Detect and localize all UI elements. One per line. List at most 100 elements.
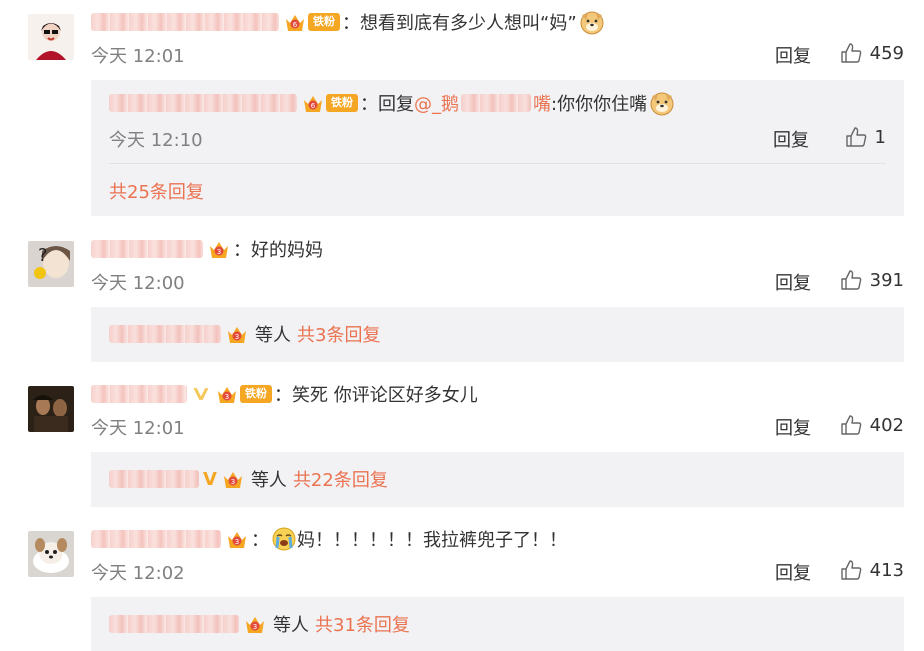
divider xyxy=(109,163,886,164)
iron-fan-badge: 铁粉 xyxy=(240,385,272,403)
thumbs-up-icon xyxy=(840,415,861,435)
like-count: 391 xyxy=(869,269,904,291)
crown-icon: 3 xyxy=(218,387,236,403)
username-blurred[interactable] xyxy=(109,94,297,112)
comment-text: 想看到底有多少人想叫“妈” xyxy=(360,13,577,34)
thumbs-up-icon xyxy=(845,127,866,147)
like-count: 413 xyxy=(869,559,904,581)
view-all-replies-link[interactable]: 共31条回复 xyxy=(315,611,410,637)
comment-header: 3 ： 好的妈妈 xyxy=(91,234,323,264)
comment-text: 好的妈妈 xyxy=(251,240,323,261)
view-all-replies-link[interactable]: 共25条回复 xyxy=(109,178,204,204)
thumbs-up-icon xyxy=(840,270,861,290)
reply-header: 6 铁粉 ： 回复 @_鹅 嘴 :你你你住嘴 xyxy=(109,90,675,116)
reply-summary: V 3 等人 共22条回复 xyxy=(109,466,388,492)
reply-button[interactable]: 回复 xyxy=(773,126,809,152)
reply-button[interactable]: 回复 xyxy=(775,269,811,295)
doge-emoji-icon xyxy=(580,11,604,35)
thumbs-up-icon xyxy=(840,560,861,580)
view-all-replies-link[interactable]: 共3条回复 xyxy=(297,321,380,347)
like-count: 1 xyxy=(874,126,886,148)
like-button[interactable]: 413 xyxy=(840,559,904,581)
view-all-replies-link[interactable]: 共22条回复 xyxy=(293,466,388,492)
doge-emoji-icon xyxy=(650,92,674,116)
colon: ： xyxy=(274,385,292,406)
avatar[interactable] xyxy=(28,531,74,577)
crown-icon: 3 xyxy=(246,617,264,633)
comment-meta: 今天 12:02 回复 413 xyxy=(91,559,904,585)
verified-v-icon xyxy=(193,388,209,400)
svg-text:6: 6 xyxy=(311,102,316,110)
avatar[interactable] xyxy=(28,14,74,60)
colon: ： xyxy=(251,530,269,551)
comment-header: 3 ： 妈！！！！！！我拉裤兜子了！！ xyxy=(91,524,567,554)
reply-button[interactable]: 回复 xyxy=(775,414,811,440)
reply-summary: 3 等人 共3条回复 xyxy=(109,321,380,347)
username-blurred[interactable] xyxy=(91,530,221,548)
iron-fan-badge: 铁粉 xyxy=(308,13,340,31)
reply-prefix: 回复 xyxy=(378,94,414,115)
crying-emoji-icon xyxy=(272,527,296,551)
reply-summary: 3 等人 共31条回复 xyxy=(109,611,410,637)
comment-text: 笑死 你评论区好多女儿 xyxy=(292,385,478,406)
username-blurred[interactable] xyxy=(91,385,187,403)
username-blurred[interactable] xyxy=(109,325,221,343)
reply-summary-box: V 3 等人 共22条回复 xyxy=(91,452,904,507)
svg-text:3: 3 xyxy=(225,393,229,401)
reply-box: 6 铁粉 ： 回复 @_鹅 嘴 :你你你住嘴 今天 12:10 回复 1 共25… xyxy=(91,80,904,216)
username-blurred[interactable] xyxy=(91,13,279,31)
crown-icon: 3 xyxy=(228,532,246,548)
verified-v-icon: V xyxy=(203,468,217,490)
comment-time: 今天 12:02 xyxy=(91,563,185,584)
colon: ： xyxy=(233,240,251,261)
iron-fan-badge: 铁粉 xyxy=(326,94,358,112)
comment-time: 今天 12:01 xyxy=(91,418,185,439)
reply-summary-box: 3 等人 共31条回复 xyxy=(91,597,904,651)
comment-header: 6 铁粉 ： 想看到底有多少人想叫“妈” xyxy=(91,7,605,37)
crown-icon: 6 xyxy=(286,15,304,31)
like-count: 402 xyxy=(869,414,904,436)
colon: ： xyxy=(342,13,360,34)
svg-text:3: 3 xyxy=(235,333,239,341)
like-button[interactable]: 459 xyxy=(840,42,904,64)
thumbs-up-icon xyxy=(840,43,861,63)
svg-text:3: 3 xyxy=(217,248,221,256)
reply-button[interactable]: 回复 xyxy=(775,559,811,585)
username-blurred[interactable] xyxy=(109,615,239,633)
like-count: 459 xyxy=(869,42,904,64)
like-button[interactable]: 1 xyxy=(845,126,886,148)
svg-text:3: 3 xyxy=(253,623,257,631)
avatar[interactable]: ? xyxy=(28,241,74,287)
svg-text:?: ? xyxy=(38,245,48,266)
mention-link[interactable]: @_鹅 xyxy=(414,90,459,116)
reply-text: :你你你住嘴 xyxy=(551,94,648,115)
reply-time: 今天 12:10 xyxy=(109,130,203,151)
svg-text:3: 3 xyxy=(231,478,235,486)
username-blurred[interactable] xyxy=(91,240,203,258)
like-button[interactable]: 391 xyxy=(840,269,904,291)
crown-icon: 3 xyxy=(228,327,246,343)
etc-label: 等人 xyxy=(273,615,309,636)
reply-button[interactable]: 回复 xyxy=(775,42,811,68)
reply-summary-box: 3 等人 共3条回复 xyxy=(91,307,904,362)
crown-icon: 6 xyxy=(304,96,322,112)
comment-meta: 今天 12:01 回复 459 xyxy=(91,42,904,68)
comment-meta: 今天 12:00 回复 391 xyxy=(91,269,904,295)
svg-text:3: 3 xyxy=(235,538,239,546)
mention-blurred xyxy=(461,94,531,112)
comment-meta: 今天 12:01 回复 402 xyxy=(91,414,904,440)
comment-header: 3 铁粉 ： 笑死 你评论区好多女儿 xyxy=(91,379,478,409)
crown-icon: 3 xyxy=(210,242,228,258)
etc-label: 等人 xyxy=(255,325,291,346)
colon: ： xyxy=(360,94,378,115)
username-blurred[interactable] xyxy=(109,470,199,488)
avatar[interactable] xyxy=(28,386,74,432)
svg-text:6: 6 xyxy=(293,21,298,29)
crown-icon: 3 xyxy=(223,472,242,488)
reply-meta: 今天 12:10 回复 1 xyxy=(109,126,886,152)
comment-time: 今天 12:00 xyxy=(91,273,185,294)
mention-tail[interactable]: 嘴 xyxy=(533,90,551,116)
comment-time: 今天 12:01 xyxy=(91,46,185,67)
like-button[interactable]: 402 xyxy=(840,414,904,436)
comment-text: 妈！！！！！！我拉裤兜子了！！ xyxy=(297,530,567,551)
